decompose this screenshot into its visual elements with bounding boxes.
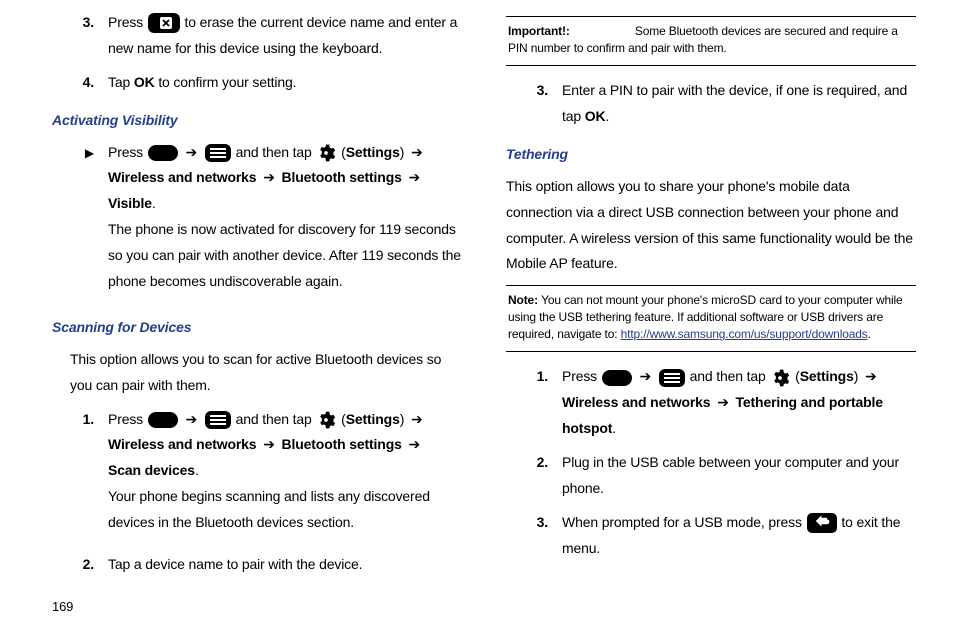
scan-step-1: 1. Press ➔ and then tap (Settings) ➔ Wir… [52, 407, 462, 544]
step-number: 3. [506, 510, 562, 536]
text: ) [400, 144, 408, 160]
step-number: 2. [52, 552, 108, 578]
path-segment: Wireless and networks [108, 169, 256, 185]
scan-paragraph: Your phone begins scanning and lists any… [108, 484, 462, 536]
note-label: Note: [508, 293, 541, 307]
text: . [152, 195, 156, 211]
text: to confirm your setting. [155, 74, 297, 90]
path-segment: Scan devices [108, 462, 195, 478]
text: Plug in the USB cable between your compu… [562, 450, 916, 502]
important-callout: Important!: Some Bluetooth devices are s… [506, 16, 916, 66]
text: ) [400, 411, 408, 427]
menu-button-icon [659, 369, 685, 387]
text: Press [108, 144, 147, 160]
path-segment: Wireless and networks [562, 394, 710, 410]
step-number: 3. [506, 78, 562, 104]
visibility-step: ▶ Press ➔ and then tap (Settings) ➔ Wire… [52, 140, 462, 303]
ok-label: OK [134, 74, 155, 90]
scan-step-2: 2. Tap a device name to pair with the de… [52, 552, 462, 578]
note-callout: Note: You can not mount your phone's mic… [506, 285, 916, 352]
arrow-icon: ➔ [260, 169, 278, 185]
heading-activating-visibility: Activating Visibility [52, 108, 462, 134]
arrow-icon: ➔ [183, 411, 201, 427]
text: . [195, 462, 199, 478]
arrow-icon: ➔ [862, 368, 880, 384]
arrow-icon: ➔ [405, 436, 423, 452]
path-segment: Bluetooth settings [282, 169, 402, 185]
text: and then tap [236, 411, 316, 427]
tether-intro: This option allows you to share your pho… [506, 174, 916, 278]
path-segment: Bluetooth settings [282, 436, 402, 452]
text: ) [854, 368, 862, 384]
back-button-icon [807, 513, 837, 533]
tether-step-1: 1. Press ➔ and then tap (Settings) ➔ Wir… [506, 364, 916, 442]
arrow-icon: ➔ [260, 436, 278, 452]
left-column: 3. Press to erase the current device nam… [52, 10, 470, 586]
arrow-icon: ➔ [714, 394, 732, 410]
settings-label: Settings [800, 368, 854, 384]
step-number: 1. [506, 364, 562, 390]
tether-step-2: 2. Plug in the USB cable between your co… [506, 450, 916, 502]
text: . [612, 420, 616, 436]
settings-gear-icon [316, 410, 336, 430]
page: 3. Press to erase the current device nam… [0, 0, 954, 586]
right-column: Important!: Some Bluetooth devices are s… [498, 10, 916, 586]
heading-scanning-devices: Scanning for Devices [52, 315, 462, 341]
text: Press [108, 411, 147, 427]
step-number: 3. [52, 10, 108, 36]
path-segment: Wireless and networks [108, 436, 256, 452]
delete-x-icon [148, 13, 180, 33]
settings-label: Settings [346, 144, 400, 160]
scan-intro: This option allows you to scan for activ… [52, 347, 462, 399]
menu-button-icon [205, 144, 231, 162]
important-label: Important!: [508, 24, 573, 38]
text: Press [108, 14, 147, 30]
step-number: 4. [52, 70, 108, 96]
bullet-marker: ▶ [52, 140, 108, 166]
page-number: 169 [52, 599, 73, 614]
note-text: . [868, 327, 871, 341]
step-number: 1. [52, 407, 108, 433]
home-button-icon [148, 145, 178, 161]
visibility-paragraph: The phone is now activated for discovery… [108, 217, 462, 295]
home-button-icon [148, 412, 178, 428]
step-number: 2. [506, 450, 562, 476]
arrow-icon: ➔ [183, 144, 201, 160]
text: Press [562, 368, 601, 384]
heading-tethering: Tethering [506, 142, 916, 168]
note-link[interactable]: http://www.samsung.com/us/support/downlo… [621, 327, 868, 341]
step-4: 4. Tap OK to confirm your setting. [52, 70, 462, 96]
settings-label: Settings [346, 411, 400, 427]
text: When prompted for a USB mode, press [562, 514, 806, 530]
text: . [605, 108, 609, 124]
text: Tap [108, 74, 134, 90]
text: Tap a device name to pair with the devic… [108, 552, 462, 578]
arrow-icon: ➔ [408, 144, 426, 160]
arrow-icon: ➔ [637, 368, 655, 384]
text: and then tap [236, 144, 316, 160]
home-button-icon [602, 370, 632, 386]
path-segment: Visible [108, 195, 152, 211]
ok-label: OK [585, 108, 606, 124]
settings-gear-icon [770, 368, 790, 388]
arrow-icon: ➔ [408, 411, 426, 427]
step-3: 3. Press to erase the current device nam… [52, 10, 462, 62]
menu-button-icon [205, 411, 231, 429]
pair-step-3: 3. Enter a PIN to pair with the device, … [506, 78, 916, 130]
text: and then tap [690, 368, 770, 384]
settings-gear-icon [316, 143, 336, 163]
text: Enter a PIN to pair with the device, if … [562, 82, 907, 124]
tether-step-3: 3. When prompted for a USB mode, press t… [506, 510, 916, 562]
arrow-icon: ➔ [405, 169, 423, 185]
